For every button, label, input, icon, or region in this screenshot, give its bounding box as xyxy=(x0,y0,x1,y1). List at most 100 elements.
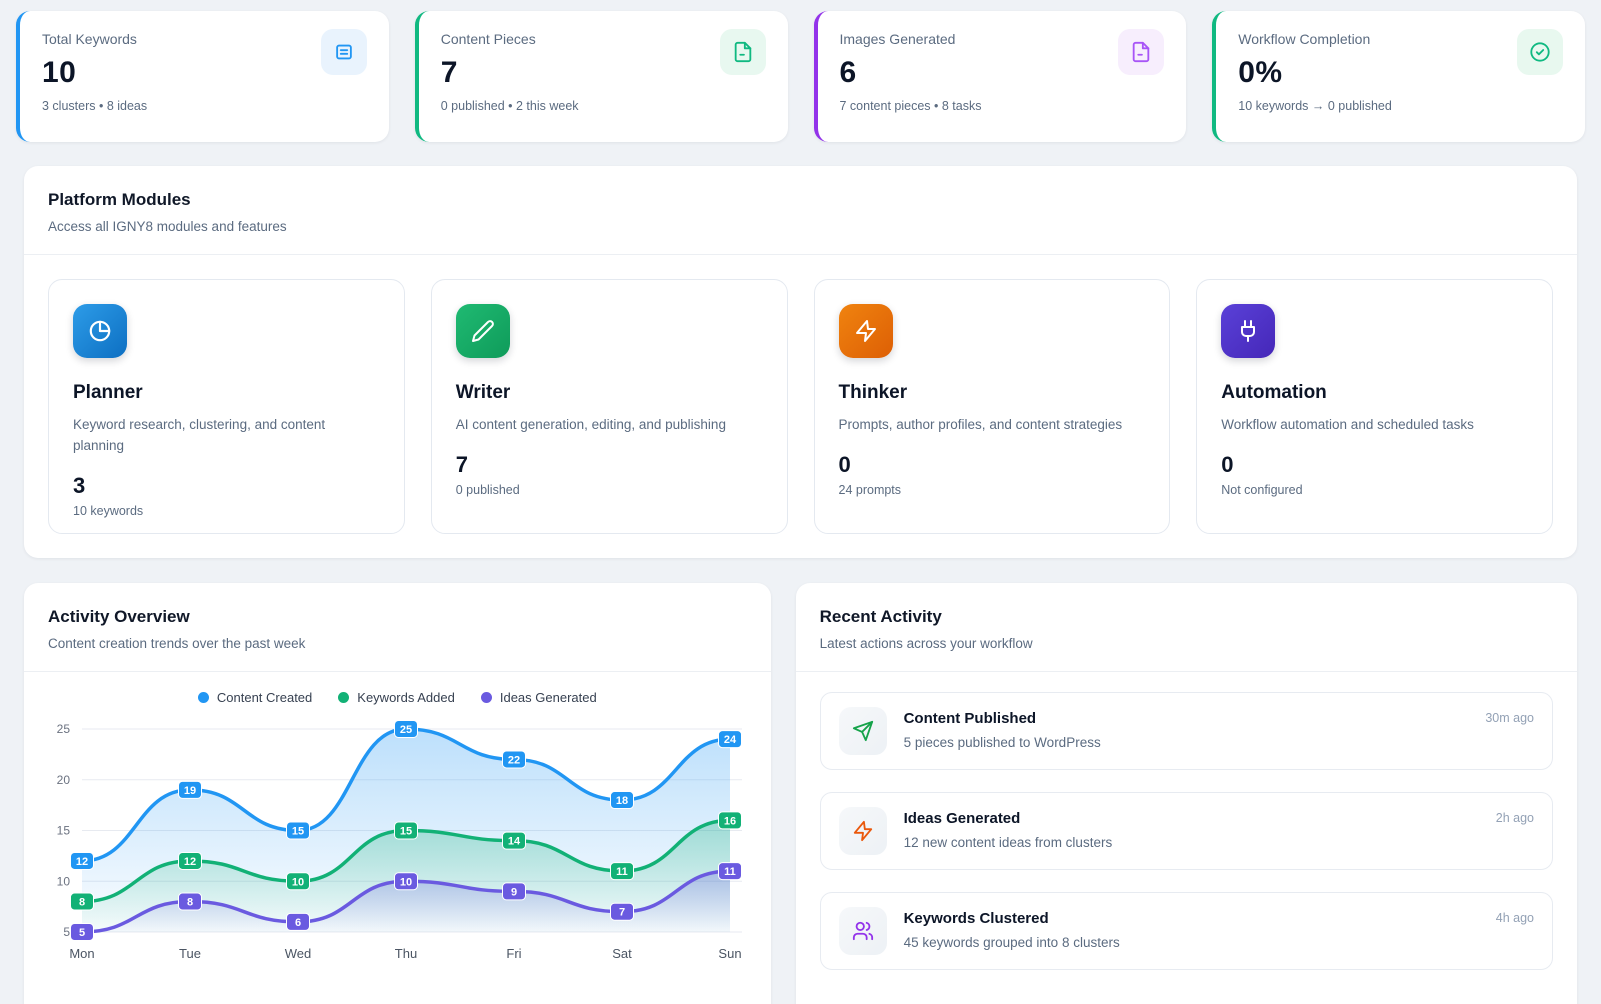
module-description: Keyword research, clustering, and conten… xyxy=(73,415,380,457)
stat-title: Workflow Completion xyxy=(1238,31,1563,47)
stat-card-content-pieces: Content Pieces 7 0 published • 2 this we… xyxy=(415,11,788,142)
legend-label: Keywords Added xyxy=(357,690,455,705)
module-stat-label: 24 prompts xyxy=(839,483,1146,497)
svg-text:10: 10 xyxy=(57,874,71,888)
module-name: Thinker xyxy=(839,382,1146,404)
chart-legend: Content Created Keywords Added Ideas Gen… xyxy=(24,690,771,705)
svg-text:Fri: Fri xyxy=(506,946,521,961)
stat-subtitle: 0 published • 2 this week xyxy=(441,99,766,113)
svg-text:Sat: Sat xyxy=(612,946,632,961)
legend-label: Ideas Generated xyxy=(500,690,597,705)
module-description: Prompts, author profiles, and content st… xyxy=(839,415,1146,436)
svg-text:Tue: Tue xyxy=(179,946,201,961)
legend-item-keywords-added[interactable]: Keywords Added xyxy=(338,690,455,705)
module-stat-value: 0 xyxy=(1221,452,1528,478)
module-card-writer[interactable]: Writer AI content generation, editing, a… xyxy=(431,279,788,534)
svg-text:Wed: Wed xyxy=(285,946,312,961)
activity-timestamp: 2h ago xyxy=(1496,811,1534,825)
stat-subtitle: 7 content pieces • 8 tasks xyxy=(840,99,1165,113)
activity-title: Keywords Clustered xyxy=(904,910,1120,927)
svg-text:11: 11 xyxy=(724,866,736,878)
module-card-automation[interactable]: Automation Workflow automation and sched… xyxy=(1196,279,1553,534)
activity-overview-card: Activity Overview Content creation trend… xyxy=(24,583,771,1004)
stat-card-images-generated: Images Generated 6 7 content pieces • 8 … xyxy=(814,11,1187,142)
platform-modules-card: Platform Modules Access all IGNY8 module… xyxy=(24,166,1577,558)
stat-value: 10 xyxy=(42,56,367,90)
stat-subtitle: 10 keywords → 0 published xyxy=(1238,99,1563,113)
module-card-thinker[interactable]: Thinker Prompts, author profiles, and co… xyxy=(814,279,1171,534)
svg-text:10: 10 xyxy=(292,876,304,888)
svg-text:25: 25 xyxy=(400,724,412,736)
zap-icon xyxy=(839,807,887,855)
module-stat-label: 0 published xyxy=(456,483,763,497)
svg-text:7: 7 xyxy=(619,907,625,919)
section-title: Recent Activity xyxy=(820,607,1553,627)
plug-icon xyxy=(1221,304,1275,358)
section-subtitle: Content creation trends over the past we… xyxy=(48,636,747,651)
stat-title: Images Generated xyxy=(840,31,1165,47)
svg-text:16: 16 xyxy=(724,815,736,827)
svg-text:Mon: Mon xyxy=(69,946,94,961)
svg-text:8: 8 xyxy=(79,897,85,909)
svg-text:Sun: Sun xyxy=(718,946,741,961)
module-card-planner[interactable]: Planner Keyword research, clustering, an… xyxy=(48,279,405,534)
activity-list: Content Published 5 pieces published to … xyxy=(796,672,1577,990)
svg-text:5: 5 xyxy=(63,925,70,939)
divider xyxy=(24,671,771,672)
svg-text:15: 15 xyxy=(292,826,304,838)
legend-item-content-created[interactable]: Content Created xyxy=(198,690,312,705)
pie-chart-icon xyxy=(73,304,127,358)
svg-text:22: 22 xyxy=(508,754,520,766)
section-title: Platform Modules xyxy=(48,190,1553,210)
svg-text:8: 8 xyxy=(187,897,193,909)
activity-title: Ideas Generated xyxy=(904,810,1113,827)
stat-value: 7 xyxy=(441,56,766,90)
svg-text:11: 11 xyxy=(616,866,628,878)
activity-description: 45 keywords grouped into 8 clusters xyxy=(904,935,1120,950)
stat-subtitle: 3 clusters • 8 ideas xyxy=(42,99,367,113)
svg-text:20: 20 xyxy=(57,773,71,787)
svg-text:9: 9 xyxy=(511,886,517,898)
activity-overview-header: Activity Overview Content creation trend… xyxy=(24,583,771,671)
activity-item-content-published: Content Published 5 pieces published to … xyxy=(820,692,1553,770)
activity-item-ideas-generated: Ideas Generated 12 new content ideas fro… xyxy=(820,792,1553,870)
check-circle-icon xyxy=(1517,29,1563,75)
activity-timestamp: 30m ago xyxy=(1485,711,1534,725)
legend-dot xyxy=(198,692,209,703)
recent-activity-header: Recent Activity Latest actions across yo… xyxy=(796,583,1577,671)
send-icon xyxy=(839,707,887,755)
module-name: Writer xyxy=(456,382,763,404)
svg-text:25: 25 xyxy=(57,722,71,736)
section-subtitle: Latest actions across your workflow xyxy=(820,636,1553,651)
module-name: Planner xyxy=(73,382,380,404)
modules-grid: Planner Keyword research, clustering, an… xyxy=(24,255,1577,558)
image-file-icon xyxy=(1118,29,1164,75)
section-subtitle: Access all IGNY8 modules and features xyxy=(48,219,1553,234)
module-stat-value: 7 xyxy=(456,452,763,478)
stat-title: Content Pieces xyxy=(441,31,766,47)
stats-row: Total Keywords 10 3 clusters • 8 ideas C… xyxy=(0,0,1601,142)
users-icon xyxy=(839,907,887,955)
svg-text:5: 5 xyxy=(79,927,85,939)
svg-text:18: 18 xyxy=(616,795,628,807)
recent-activity-card: Recent Activity Latest actions across yo… xyxy=(796,583,1577,1004)
stat-card-total-keywords: Total Keywords 10 3 clusters • 8 ideas xyxy=(16,11,389,142)
svg-text:24: 24 xyxy=(724,734,737,746)
bottom-row: Activity Overview Content creation trend… xyxy=(24,583,1577,1004)
module-description: Workflow automation and scheduled tasks xyxy=(1221,415,1528,436)
module-stat-value: 0 xyxy=(839,452,1146,478)
zap-icon xyxy=(839,304,893,358)
module-description: AI content generation, editing, and publ… xyxy=(456,415,763,436)
pencil-icon xyxy=(456,304,510,358)
activity-timestamp: 4h ago xyxy=(1496,911,1534,925)
stat-title: Total Keywords xyxy=(42,31,367,47)
stat-card-workflow-completion: Workflow Completion 0% 10 keywords → 0 p… xyxy=(1212,11,1585,142)
svg-text:15: 15 xyxy=(400,826,412,838)
legend-label: Content Created xyxy=(217,690,312,705)
activity-description: 5 pieces published to WordPress xyxy=(904,735,1101,750)
legend-dot xyxy=(481,692,492,703)
activity-title: Content Published xyxy=(904,710,1101,727)
legend-item-ideas-generated[interactable]: Ideas Generated xyxy=(481,690,597,705)
activity-description: 12 new content ideas from clusters xyxy=(904,835,1113,850)
notes-icon xyxy=(321,29,367,75)
